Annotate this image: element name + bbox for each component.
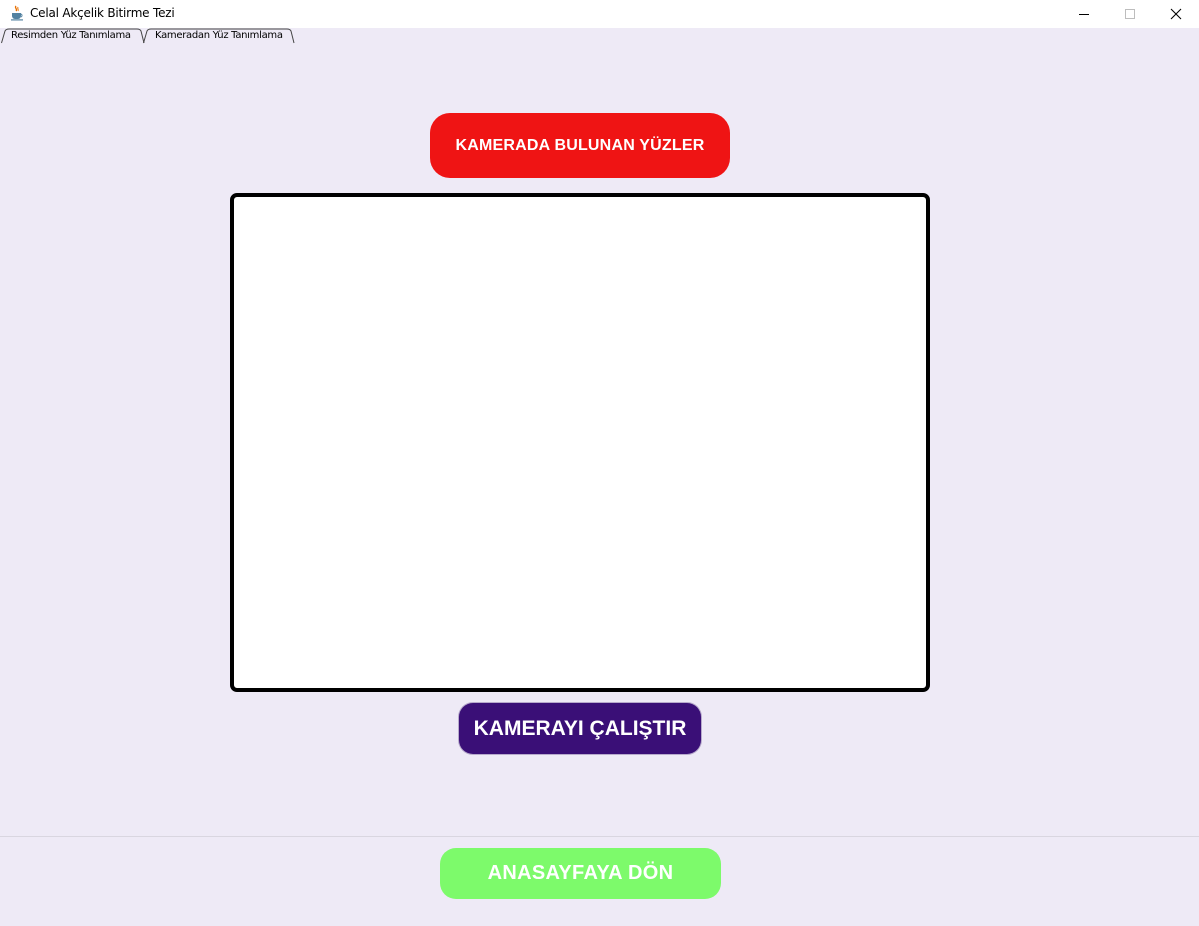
camera-preview-panel (230, 193, 930, 692)
minimize-button[interactable] (1061, 0, 1107, 28)
tab-bar: Resimden Yüz Tanımlama Kameradan Yüz Tan… (0, 28, 1199, 44)
detected-faces-header-button[interactable]: KAMERADA BULUNAN YÜZLER (430, 113, 730, 178)
tab-label: Resimden Yüz Tanımlama (11, 30, 131, 41)
maximize-button[interactable] (1107, 0, 1153, 28)
footer-divider (0, 836, 1199, 837)
java-cup-icon (9, 5, 25, 21)
window-title-bar: Celal Akçelik Bitirme Tezi (0, 0, 1199, 28)
tab-label: Kameradan Yüz Tanımlama (155, 30, 283, 41)
close-button[interactable] (1153, 0, 1199, 28)
close-icon (1170, 8, 1182, 20)
minimize-icon (1079, 14, 1089, 15)
tab-kameradan-yuz-tanimlama[interactable]: Kameradan Yüz Tanımlama (143, 28, 295, 44)
return-home-button[interactable]: ANASAYFAYA DÖN (440, 848, 721, 899)
run-camera-button[interactable]: KAMERAYI ÇALIŞTIR (459, 703, 701, 754)
window-title: Celal Akçelik Bitirme Tezi (30, 6, 175, 20)
maximize-icon (1125, 9, 1135, 19)
tab-resimden-yuz-tanimlama[interactable]: Resimden Yüz Tanımlama (1, 28, 145, 44)
